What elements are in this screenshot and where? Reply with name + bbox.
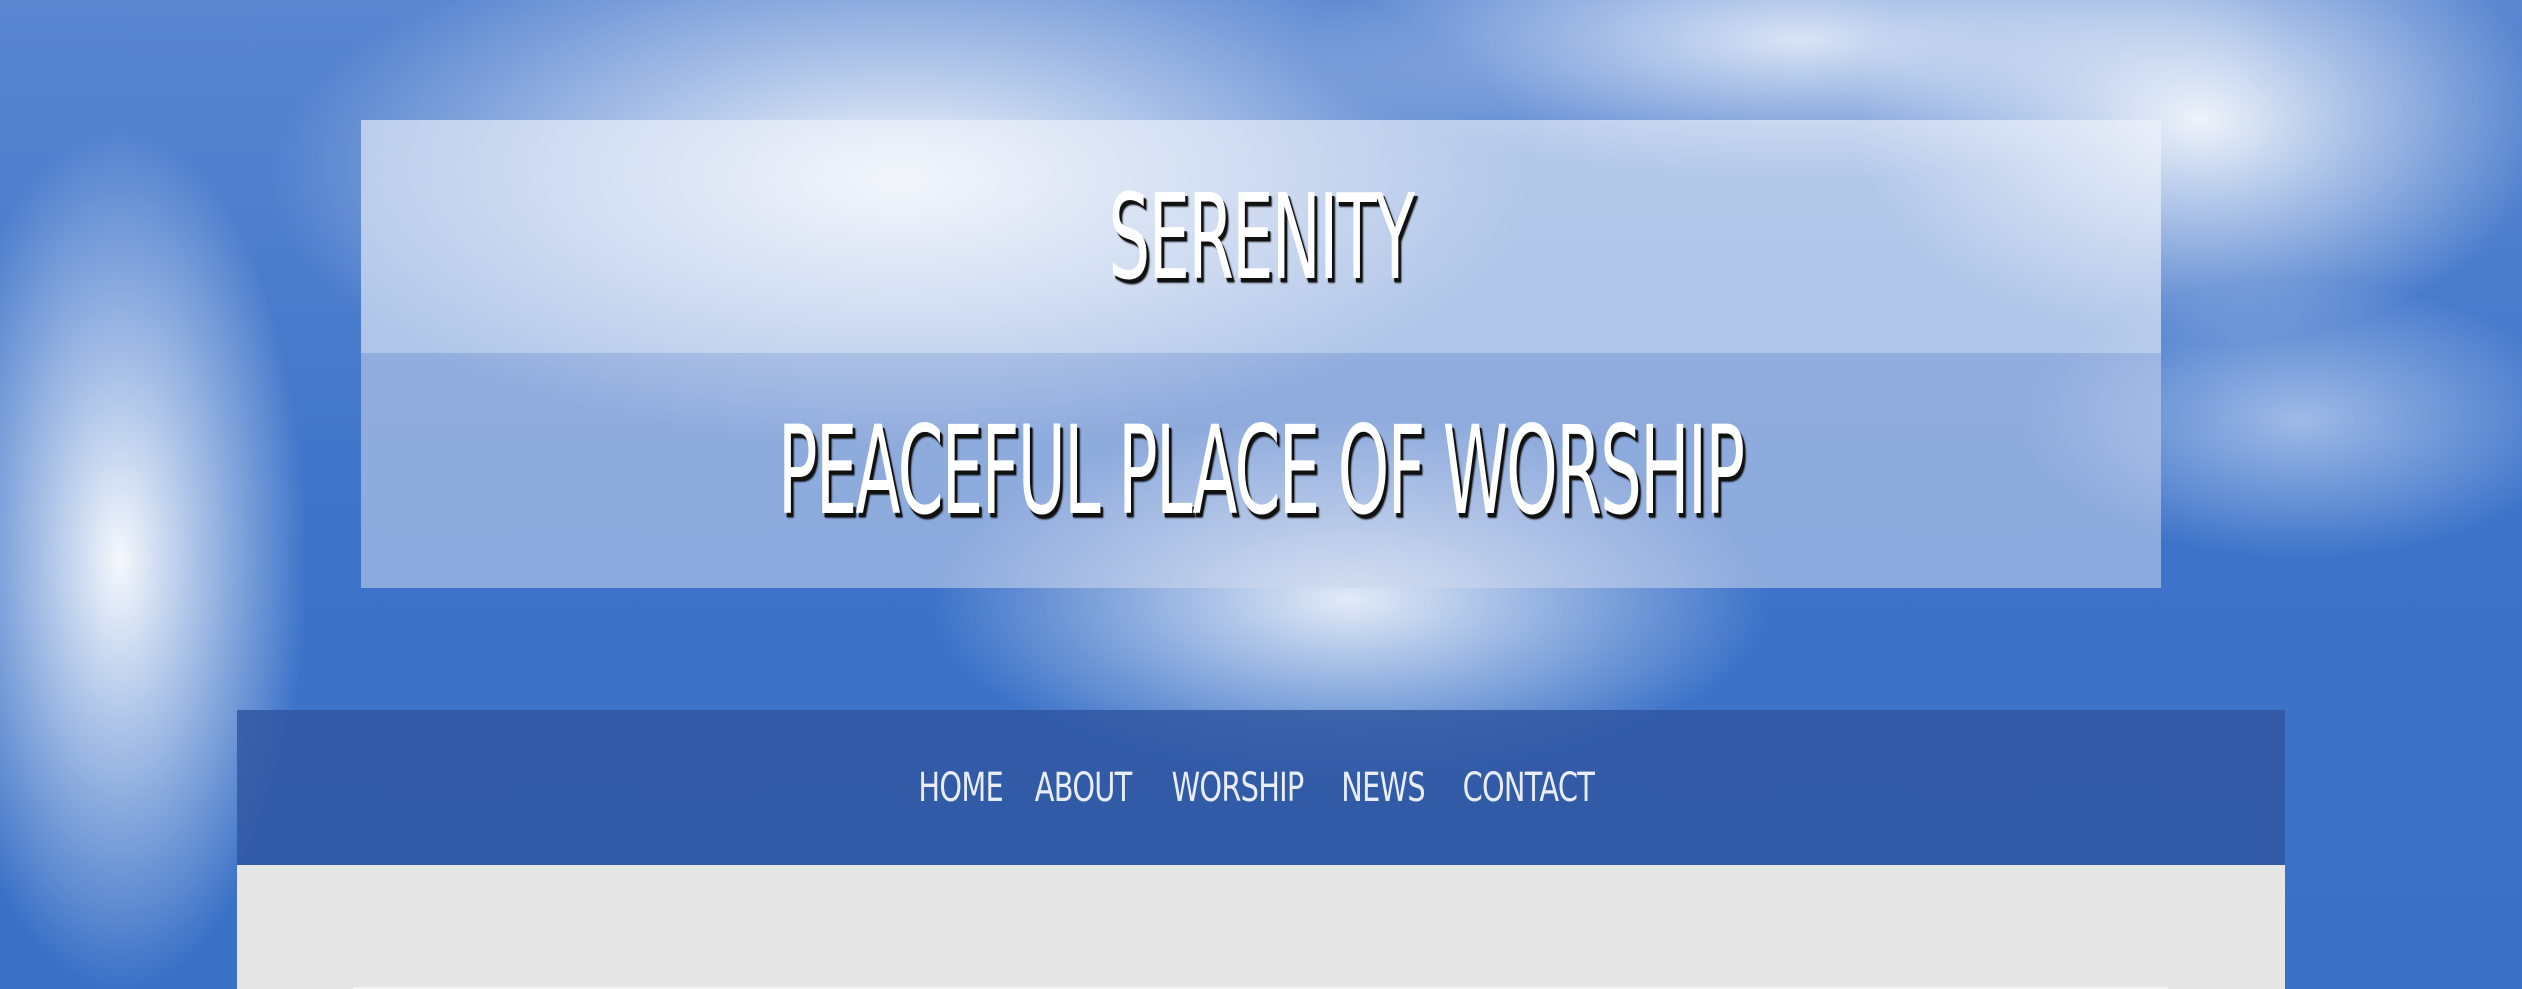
site-title[interactable]: SERENITY bbox=[1109, 168, 1416, 306]
nav-item-news[interactable]: NEWS bbox=[1341, 765, 1425, 811]
site-tagline-band: PEACEFUL PLACE OF WORSHIP bbox=[361, 353, 2161, 588]
content-panel bbox=[237, 865, 2285, 989]
site-title-band: SERENITY bbox=[361, 120, 2161, 353]
nav-item-about[interactable]: ABOUT bbox=[1034, 765, 1131, 811]
site-tagline: PEACEFUL PLACE OF WORSHIP bbox=[778, 399, 1745, 542]
nav-item-contact[interactable]: CONTACT bbox=[1463, 765, 1595, 811]
nav-list: HOME ABOUT WORSHIP NEWS CONTACT bbox=[919, 765, 1598, 811]
nav-item-home[interactable]: HOME bbox=[919, 765, 1004, 811]
nav-item-worship[interactable]: WORSHIP bbox=[1171, 765, 1304, 811]
main-navigation: HOME ABOUT WORSHIP NEWS CONTACT bbox=[237, 710, 2285, 865]
